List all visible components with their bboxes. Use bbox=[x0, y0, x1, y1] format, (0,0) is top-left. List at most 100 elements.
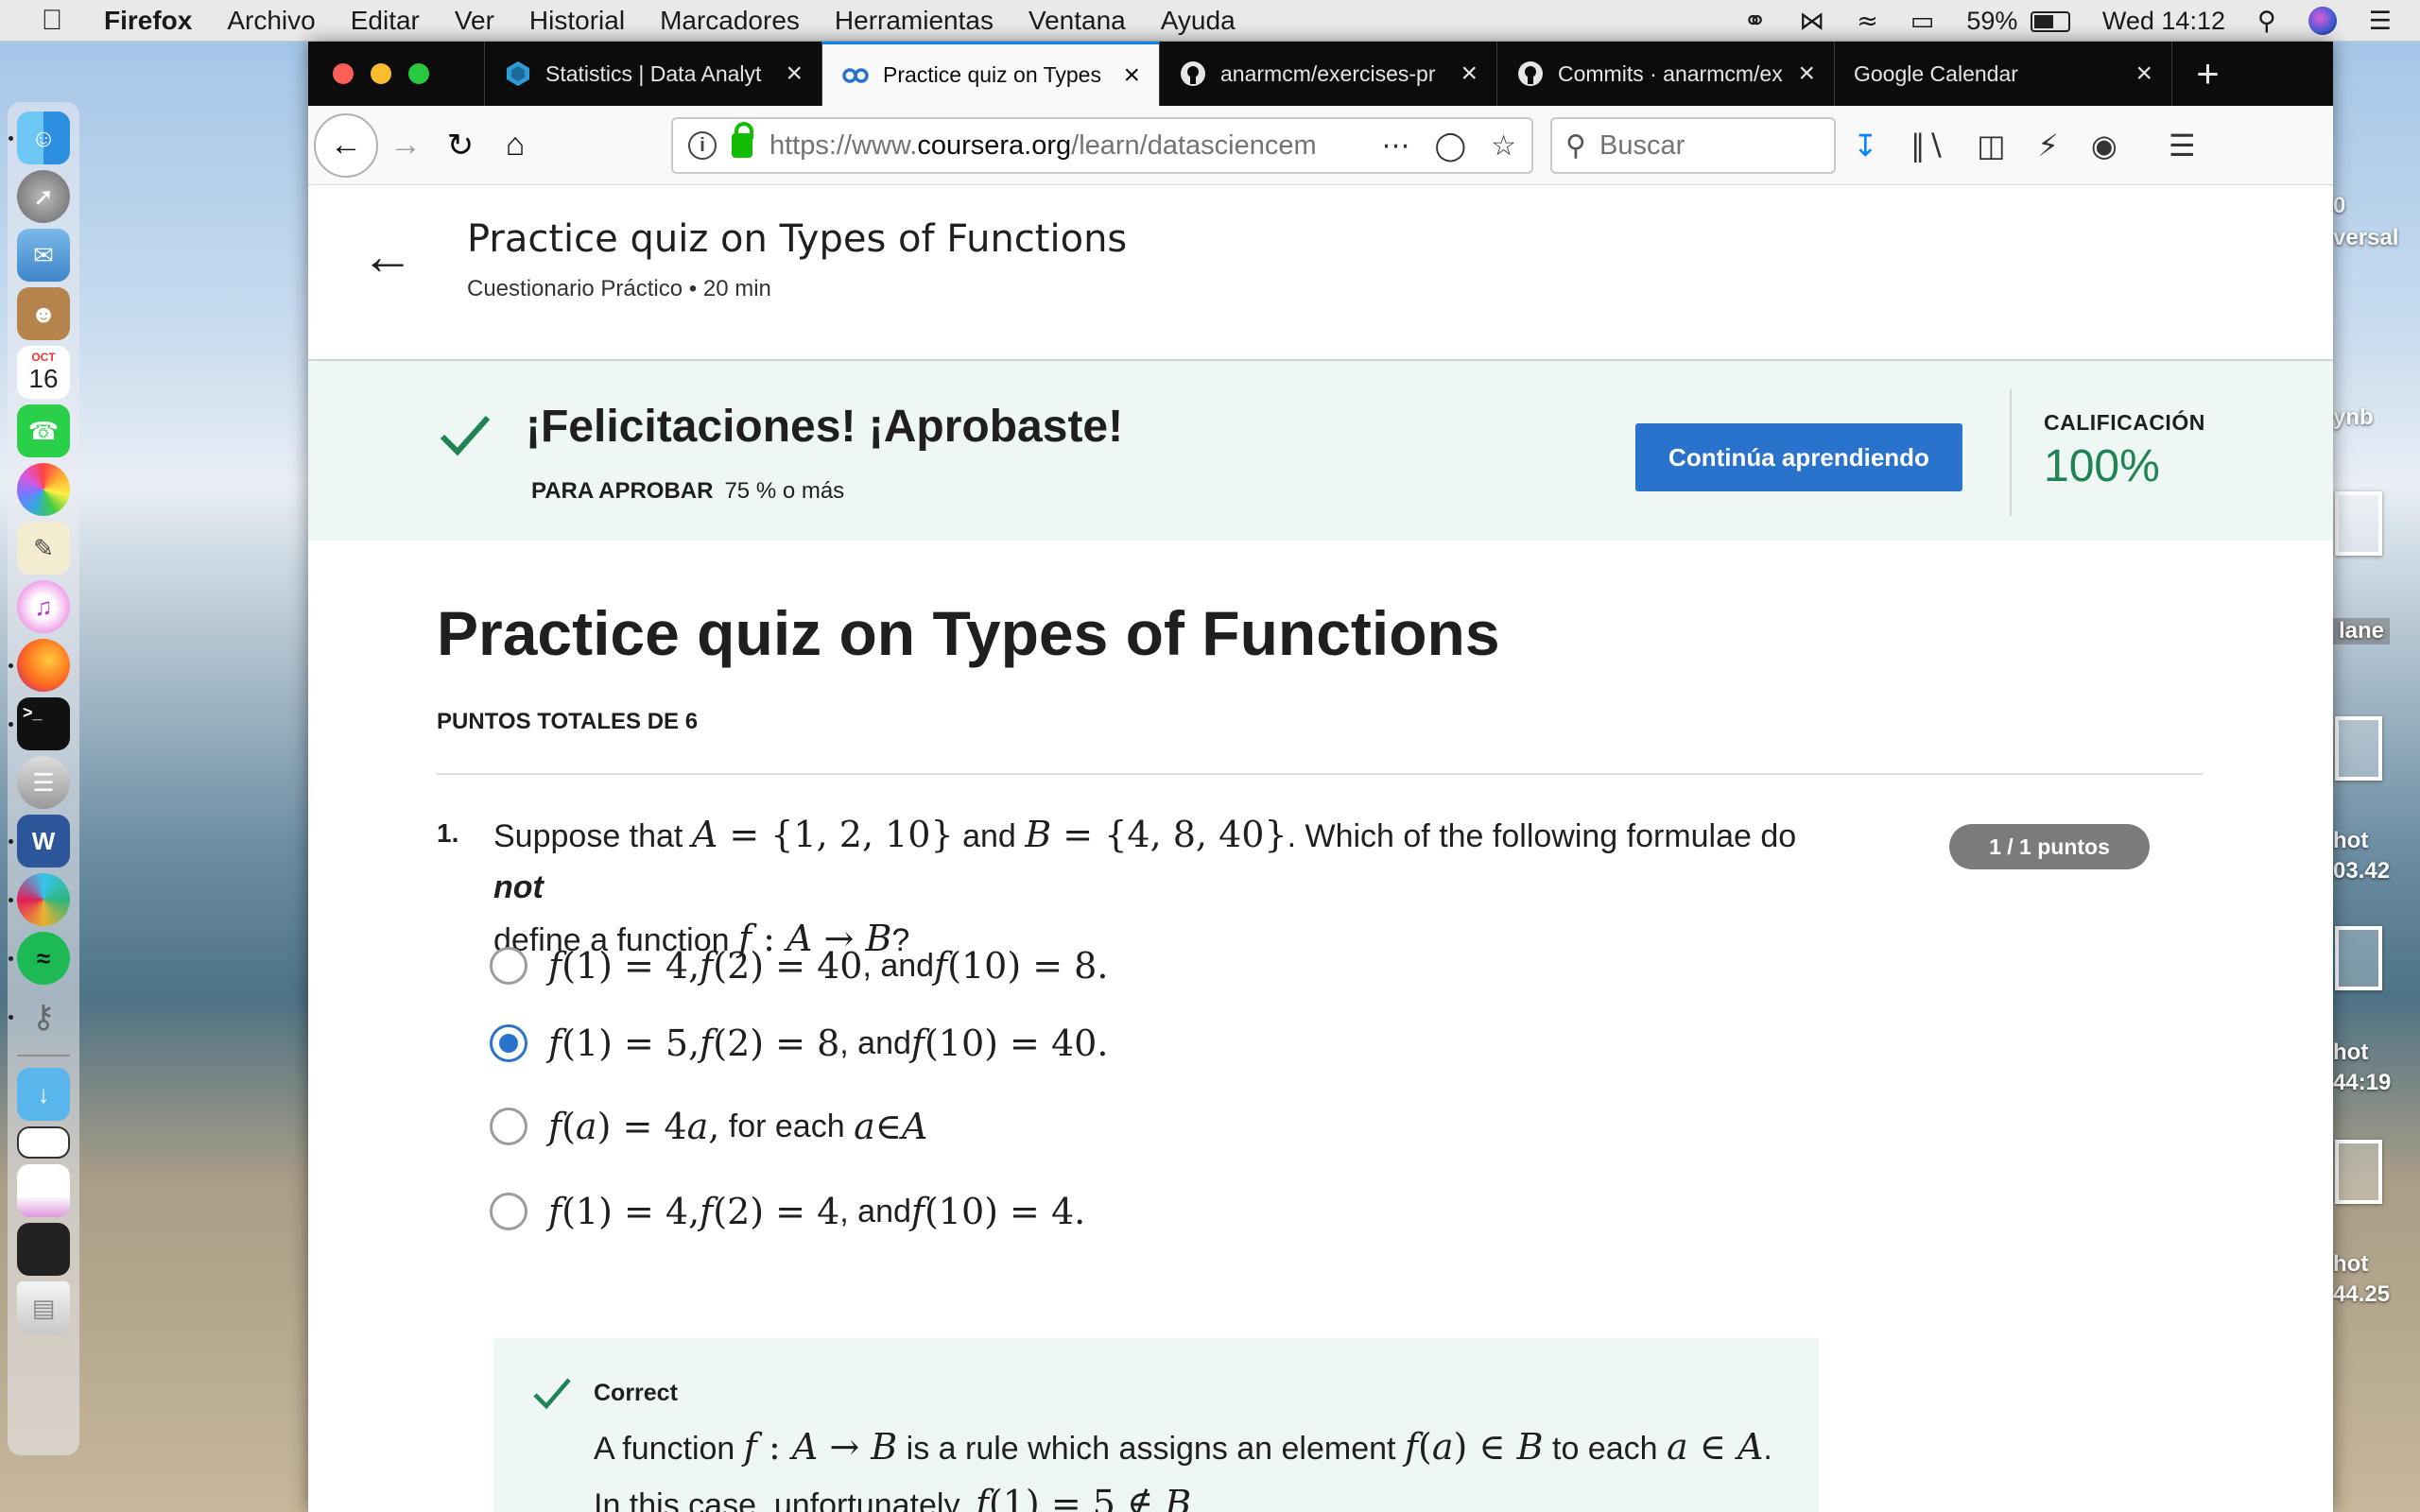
tab-practice-quiz[interactable]: Practice quiz on Types × bbox=[821, 42, 1159, 106]
database-icon[interactable]: ☰ bbox=[17, 756, 70, 809]
slack-icon[interactable] bbox=[9, 873, 70, 926]
close-tab-icon[interactable]: × bbox=[786, 58, 803, 90]
desktop-file-label[interactable]: 44:19 bbox=[2333, 1070, 2391, 1096]
menu-editar[interactable]: Editar bbox=[351, 6, 420, 36]
menu-herramientas[interactable]: Herramientas bbox=[835, 6, 994, 36]
itunes-icon[interactable]: ♫ bbox=[17, 580, 70, 633]
desktop-file-label[interactable]: 0 bbox=[2333, 193, 2345, 219]
answer-option-4[interactable]: f (1) = 4, f (2) = 4, and f (10) = 4. bbox=[490, 1191, 1085, 1232]
spotify-icon[interactable]: ≈ bbox=[9, 932, 70, 985]
notification-center-icon[interactable]: ☰ bbox=[2369, 7, 2392, 36]
github-favicon-icon bbox=[1179, 60, 1207, 88]
spotify-window-thumbnail-icon[interactable] bbox=[17, 1223, 70, 1276]
launchpad-icon[interactable]: ➚ bbox=[17, 170, 70, 223]
bluetooth-icon[interactable]: ⋈ bbox=[1799, 7, 1824, 36]
calendar-icon[interactable]: OCT 16 bbox=[17, 346, 70, 399]
back-button[interactable]: ← bbox=[314, 112, 378, 178]
menu-marcadores[interactable]: Marcadores bbox=[660, 6, 800, 36]
url-text[interactable]: https://www.coursera.org/learn/datascien… bbox=[769, 130, 1382, 162]
desktop-file-label[interactable]: hot bbox=[2333, 1040, 2368, 1066]
photos-icon[interactable] bbox=[17, 463, 70, 516]
desktop-file-label[interactable]: hot bbox=[2333, 1251, 2368, 1278]
firefox-icon[interactable] bbox=[9, 639, 70, 692]
airplay-icon[interactable]: ▭ bbox=[1910, 7, 1935, 36]
back-arrow-icon[interactable]: ← bbox=[361, 225, 414, 286]
close-tab-icon[interactable]: × bbox=[1798, 58, 1815, 90]
apple-menu-icon[interactable]:  bbox=[0, 5, 104, 37]
account-extension-icon[interactable]: ◉ bbox=[2091, 128, 2118, 163]
radio-button[interactable] bbox=[490, 947, 527, 985]
menu-ventana[interactable]: Ventana bbox=[1028, 6, 1126, 36]
minimize-window-button[interactable] bbox=[371, 63, 391, 84]
keychain-icon[interactable]: ⚷ bbox=[9, 990, 70, 1043]
siri-icon[interactable] bbox=[2308, 7, 2337, 35]
new-tab-button[interactable]: + bbox=[2171, 42, 2243, 106]
search-bar[interactable]: ⚲ Buscar bbox=[1550, 117, 1836, 174]
home-button[interactable]: ⌂ bbox=[488, 118, 543, 173]
desktop-file-label[interactable]: hot bbox=[2333, 828, 2368, 854]
pass-label: PARA APROBAR bbox=[531, 478, 714, 504]
address-bar[interactable]: i https://www.coursera.org/learn/datasci… bbox=[671, 117, 1533, 174]
tab-statistics[interactable]: Statistics | Data Analyt × bbox=[484, 42, 821, 106]
close-tab-icon[interactable]: × bbox=[2135, 58, 2152, 90]
textedit-icon[interactable]: ✎ bbox=[17, 522, 70, 575]
close-tab-icon[interactable]: × bbox=[1461, 58, 1478, 90]
terminal-icon[interactable]: >_ bbox=[9, 697, 70, 750]
desktop-thumbnail[interactable] bbox=[2335, 1140, 2382, 1204]
window-thumbnail-icon[interactable] bbox=[17, 1126, 70, 1159]
contacts-icon[interactable]: ☻ bbox=[17, 287, 70, 340]
menu-firefox[interactable]: Firefox bbox=[104, 6, 192, 36]
downloads-folder-icon[interactable]: ↓ bbox=[17, 1068, 70, 1121]
pocket-icon[interactable]: ◯ bbox=[1435, 129, 1467, 163]
facetime-icon[interactable]: ☎ bbox=[17, 404, 70, 457]
trash-icon[interactable]: ▤ bbox=[17, 1281, 70, 1334]
answer-option-1[interactable]: f (1) = 4, f (2) = 40, and f (10) = 8. bbox=[490, 945, 1108, 987]
tab-github-exercises[interactable]: anarmcm/exercises-pr × bbox=[1159, 42, 1496, 106]
desktop-file-label[interactable]: ynb bbox=[2333, 404, 2374, 431]
downloads-icon[interactable]: ↧ bbox=[1853, 128, 1878, 163]
menu-ayuda[interactable]: Ayuda bbox=[1161, 6, 1236, 36]
menu-historial[interactable]: Historial bbox=[529, 6, 625, 36]
radio-button[interactable] bbox=[490, 1108, 527, 1145]
answer-option-3[interactable]: f(a) = 4a, for each a ∈ A bbox=[490, 1106, 927, 1147]
close-window-button[interactable] bbox=[333, 63, 354, 84]
secure-lock-icon[interactable] bbox=[732, 122, 753, 158]
desktop-thumbnail[interactable] bbox=[2335, 491, 2382, 556]
battery-status[interactable]: 59% bbox=[1966, 7, 2070, 36]
library-icon[interactable]: ∥∖ bbox=[1910, 128, 1945, 163]
forward-button[interactable]: → bbox=[378, 118, 433, 173]
tab-github-commits[interactable]: Commits · anarmcm/ex × bbox=[1496, 42, 1834, 106]
creative-cloud-icon[interactable]: ⚭ bbox=[1743, 5, 1767, 38]
radio-button[interactable] bbox=[490, 1193, 527, 1230]
math-var: f bbox=[700, 1022, 714, 1064]
finder-icon[interactable]: ☺ bbox=[9, 112, 70, 164]
sidebar-icon[interactable]: ◫ bbox=[1977, 128, 2005, 163]
desktop-file-label[interactable]: 44.25 bbox=[2333, 1281, 2390, 1308]
option-text: for each bbox=[719, 1108, 855, 1144]
answer-option-2[interactable]: f (1) = 5, f (2) = 8, and f (10) = 40. bbox=[490, 1022, 1108, 1064]
spotlight-search-icon[interactable]: ⚲ bbox=[2257, 7, 2276, 36]
close-tab-icon[interactable]: × bbox=[1123, 60, 1140, 92]
menu-archivo[interactable]: Archivo bbox=[227, 6, 315, 36]
radio-button-selected[interactable] bbox=[490, 1024, 527, 1062]
desktop-file-label[interactable]: lane bbox=[2333, 618, 2391, 644]
continue-learning-button[interactable]: Continúa aprendiendo bbox=[1635, 423, 1962, 491]
evernote-extension-icon[interactable]: ⚡ bbox=[2037, 128, 2058, 163]
word-icon[interactable]: W bbox=[9, 815, 70, 868]
bookmark-star-icon[interactable]: ☆ bbox=[1491, 129, 1516, 163]
desktop-file-label[interactable]: 03.42 bbox=[2333, 858, 2390, 885]
site-info-icon[interactable]: i bbox=[688, 131, 717, 160]
mail-icon[interactable]: ✉ bbox=[17, 229, 70, 282]
page-actions-icon[interactable]: ⋯ bbox=[1382, 129, 1410, 163]
desktop-file-label[interactable]: versal bbox=[2333, 225, 2398, 251]
wifi-icon[interactable]: ≈ bbox=[1857, 7, 1878, 36]
zoom-window-button[interactable] bbox=[408, 63, 429, 84]
document-thumbnail-icon[interactable] bbox=[17, 1164, 70, 1217]
hamburger-menu-icon[interactable]: ☰ bbox=[2169, 128, 2196, 163]
clock[interactable]: Wed 14:12 bbox=[2102, 7, 2225, 36]
tab-google-calendar[interactable]: Google Calendar × bbox=[1834, 42, 2171, 106]
desktop-thumbnail[interactable] bbox=[2335, 716, 2382, 781]
desktop-thumbnail[interactable] bbox=[2335, 926, 2382, 990]
reload-button[interactable]: ↻ bbox=[433, 118, 488, 173]
menu-ver[interactable]: Ver bbox=[455, 6, 494, 36]
